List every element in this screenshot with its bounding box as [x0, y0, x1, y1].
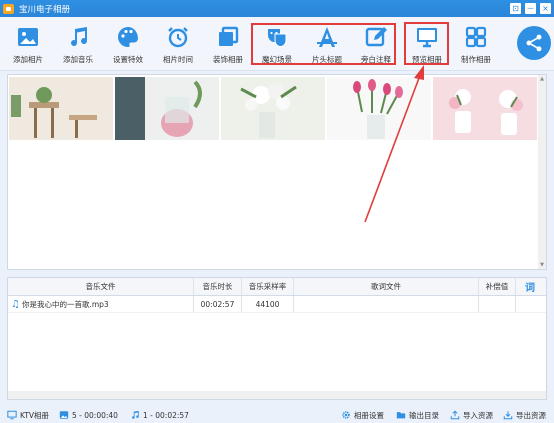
music-file-name: 你是我心中的一首歌.mp3: [21, 299, 109, 309]
title-bar: 宝川电子相册 ⊡ － ×: [0, 0, 554, 17]
music-table: 音乐文件 音乐时长 音乐采样率 歌词文件 补偿值 词 ♫ 你是我心中的一首歌.m…: [7, 277, 547, 400]
column-header-duration[interactable]: 音乐时长: [194, 278, 242, 295]
close-button[interactable]: ×: [540, 3, 551, 14]
ktv-album-label: KTV相册: [20, 410, 50, 420]
menu-button[interactable]: ⊡: [510, 3, 521, 14]
photo-gallery: ▲ ▼: [7, 74, 547, 270]
gallery-scrollbar[interactable]: ▲ ▼: [538, 75, 546, 269]
table-row[interactable]: ♫ 你是我心中的一首歌.mp3 00:02:57 44100: [8, 296, 546, 313]
export-button[interactable]: 导出资源: [503, 410, 546, 421]
scroll-down-arrow-icon[interactable]: ▼: [538, 261, 546, 269]
make-button[interactable]: 制作相册: [453, 23, 499, 67]
set-effect-button[interactable]: 设置特效: [105, 23, 151, 67]
photo-thumbnail[interactable]: [9, 77, 113, 140]
music-file-cell: ♫ 你是我心中的一首歌.mp3: [8, 296, 194, 312]
photo-thumbnail[interactable]: [221, 77, 325, 140]
add-music-label: 添加音乐: [63, 55, 93, 64]
album-settings-label: 相册设置: [354, 410, 384, 420]
folder-icon: [396, 412, 406, 419]
download-icon: [503, 411, 513, 420]
upload-icon: [450, 410, 460, 420]
import-button[interactable]: 导入资源: [450, 410, 493, 421]
photo-thumbnail[interactable]: [115, 77, 219, 140]
column-header-file[interactable]: 音乐文件: [8, 278, 194, 295]
main-toolbar: 添加相片 添加音乐 设置特效 相片时间 装饰相册 魔幻场景 片头标题 旁白注释 …: [0, 17, 554, 71]
album-settings-button[interactable]: 相册设置: [341, 410, 384, 421]
share-button[interactable]: [517, 26, 551, 60]
grid-icon: [465, 26, 487, 48]
monitor-small-icon: [7, 410, 17, 420]
status-bar: KTV相册 5 - 00:00:40 1 - 00:02:57 相册设置 输出目…: [0, 407, 554, 423]
highlight-box-preview: [404, 22, 449, 65]
decorate-button[interactable]: 装饰相册: [205, 23, 251, 67]
alarm-clock-icon: [168, 27, 188, 48]
ktv-album-button[interactable]: KTV相册: [7, 410, 49, 421]
music-note-icon: ♫: [11, 298, 20, 310]
image-icon: [18, 28, 38, 46]
music-small-icon: [132, 410, 139, 419]
decorate-label: 装饰相册: [213, 55, 243, 64]
scroll-up-arrow-icon[interactable]: ▲: [538, 75, 546, 83]
music-table-scrollbar[interactable]: [8, 391, 546, 399]
palette-icon: [118, 27, 138, 47]
import-label: 导入资源: [463, 410, 493, 420]
image-small-icon: [59, 411, 69, 419]
output-dir-label: 输出目录: [409, 410, 439, 420]
export-label: 导出资源: [516, 410, 546, 420]
highlight-box-effects: [251, 23, 396, 65]
column-header-sample-rate[interactable]: 音乐采样率: [242, 278, 294, 295]
add-music-button[interactable]: 添加音乐: [55, 23, 101, 67]
music-count-text: 1 - 00:02:57: [143, 410, 189, 420]
layers-icon: [219, 26, 239, 46]
music-offset-cell: [479, 296, 516, 312]
music-sample-rate-cell: 44100: [242, 296, 294, 312]
photo-thumbnail[interactable]: [433, 77, 537, 140]
photo-time-label: 相片时间: [163, 55, 193, 64]
column-header-offset[interactable]: 补偿值: [479, 278, 516, 295]
add-photo-button[interactable]: 添加相片: [5, 23, 51, 67]
music-note-icon: [71, 27, 88, 47]
music-count: 1 - 00:02:57: [130, 410, 189, 420]
photo-time-button[interactable]: 相片时间: [155, 23, 201, 67]
music-table-header: 音乐文件 音乐时长 音乐采样率 歌词文件 补偿值 词: [8, 278, 546, 296]
music-lyrics-cell: [294, 296, 479, 312]
music-extra-cell: [516, 296, 544, 312]
app-window: 宝川电子相册 ⊡ － × 添加相片 添加音乐 设置特效 相片时间 装饰相册 魔幻…: [0, 0, 554, 423]
set-effect-label: 设置特效: [113, 55, 143, 64]
window-title: 宝川电子相册: [19, 4, 71, 15]
music-duration-cell: 00:02:57: [194, 296, 242, 312]
photo-thumbnail[interactable]: [327, 77, 431, 140]
app-logo-icon: [3, 3, 14, 14]
gear-icon: [342, 411, 350, 419]
output-dir-button[interactable]: 输出目录: [396, 410, 439, 421]
make-label: 制作相册: [461, 55, 491, 64]
minimize-button[interactable]: －: [525, 3, 536, 14]
photo-count: 5 - 00:00:40: [59, 410, 118, 420]
share-icon: [526, 34, 542, 52]
lyrics-column-icon[interactable]: 词: [516, 278, 544, 295]
photo-count-text: 5 - 00:00:40: [72, 410, 118, 420]
column-header-lyrics[interactable]: 歌词文件: [294, 278, 479, 295]
add-photo-label: 添加相片: [13, 55, 43, 64]
